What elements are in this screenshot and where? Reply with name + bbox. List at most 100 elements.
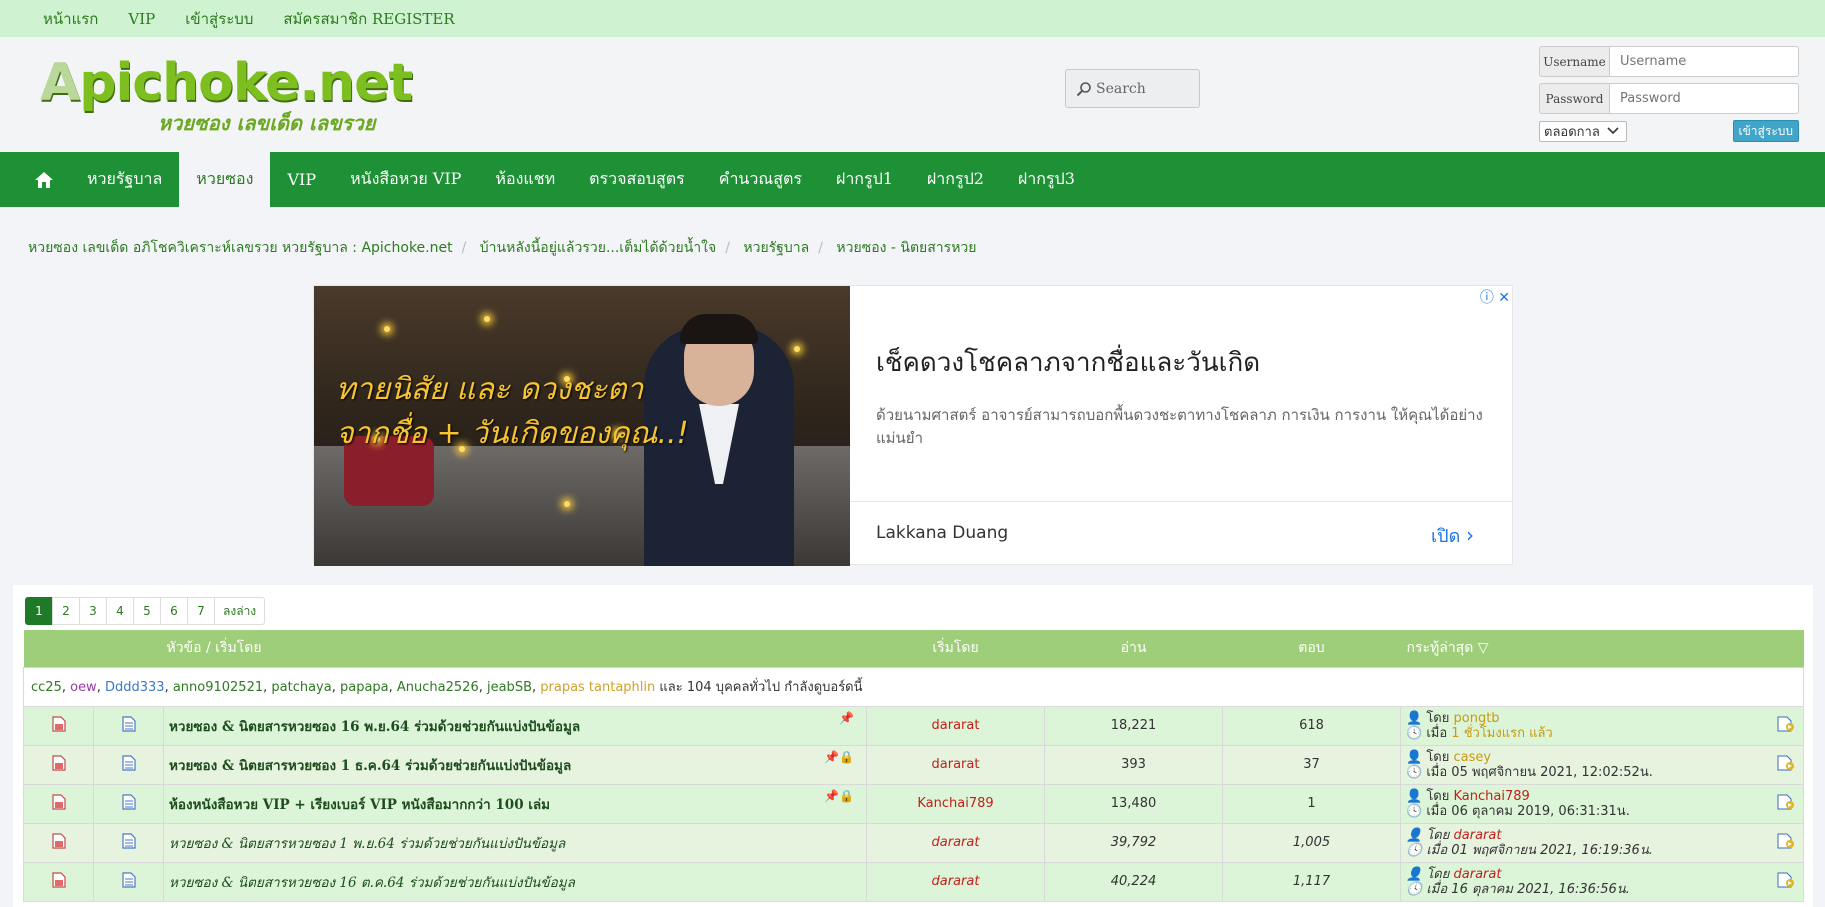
nav-item-check-formula[interactable]: ตรวจสอบสูตร <box>572 152 702 207</box>
ad-brand: Lakkana Duang <box>876 523 1009 543</box>
ad-banner[interactable]: ทายนิสัย และ ดวงชะตา จากชื่อ + วันเกิดขอ… <box>313 285 1513 566</box>
last-post-user[interactable]: dararat <box>1454 828 1502 843</box>
thread-title[interactable]: หวยซอง & นิตยสารหวยซอง 16 ต.ค.64 ร่วมด้ว… <box>169 875 575 891</box>
login-button[interactable]: เข้าสู่ระบบ <box>1732 120 1799 142</box>
topbar-link-vip[interactable]: VIP <box>128 10 155 28</box>
nav-item-vip-books[interactable]: หนังสือหวย VIP <box>333 152 478 207</box>
user-icon: 👤 <box>1406 710 1423 726</box>
nav-item-calc-formula[interactable]: คำนวณสูตร <box>702 152 819 207</box>
login-period-select[interactable]: ตลอดกาล <box>1539 120 1627 142</box>
thread-replies: 1,117 <box>1222 861 1401 902</box>
online-user[interactable]: Dddd333 <box>105 680 165 695</box>
nav-item-upload-3[interactable]: ฝากรูป3 <box>1001 152 1092 207</box>
thread-replies: 618 <box>1222 705 1401 746</box>
last-post-user[interactable]: casey <box>1454 750 1492 765</box>
online-user[interactable]: Anucha2526 <box>397 680 479 695</box>
user-icon: 👤 <box>1406 788 1423 804</box>
online-user[interactable]: prapas tantaphlin <box>540 680 655 695</box>
table-row[interactable]: หวยซอง & นิตยสารหวยซอง 1 พ.ย.64 ร่วมด้วย… <box>23 822 1804 863</box>
topbar-link-home[interactable]: หน้าแรก <box>43 7 98 31</box>
thread-starter[interactable]: dararat <box>866 861 1045 902</box>
last-post-time: 05 พฤศจิกายน 2021, 12:02:52น. <box>1451 764 1653 780</box>
page-link[interactable]: 2 <box>52 597 80 625</box>
thread-views: 39,792 <box>1044 822 1223 863</box>
thread-starter[interactable]: dararat <box>866 822 1045 863</box>
table-row[interactable]: หวยซอง & นิตยสารหวยซอง 16 ต.ค.64 ร่วมด้ว… <box>23 861 1804 902</box>
goto-last-post-icon[interactable] <box>1777 755 1795 771</box>
document-icon <box>121 793 136 810</box>
col-header-topic[interactable]: หัวข้อ / เริ่มโดย <box>163 630 867 668</box>
nav-item-chat[interactable]: ห้องแชท <box>478 152 572 207</box>
table-row[interactable]: ห้องหนังสือหวย VIP + เรียงเบอร์ VIP หนัง… <box>23 783 1804 824</box>
thread-title[interactable]: หวยซอง & นิตยสารหวยซอง 1 พ.ย.64 ร่วมด้วย… <box>169 836 565 852</box>
site-logo[interactable]: Apichoke.net หวยซอง เลขเด็ด เลขรวย <box>40 55 413 135</box>
password-field[interactable] <box>1609 83 1799 114</box>
user-icon: 👤 <box>1406 866 1423 882</box>
online-user[interactable]: anno9102521 <box>173 680 263 695</box>
topbar-link-login[interactable]: เข้าสู่ระบบ <box>185 7 253 31</box>
online-user[interactable]: patchaya <box>271 680 331 695</box>
goto-last-post-icon[interactable] <box>1777 794 1795 810</box>
breadcrumb-section[interactable]: บ้านหลังนี้อยู่แล้วรวย...เต็มได้ด้วยน้ำใ… <box>480 240 716 256</box>
col-header-views[interactable]: อ่าน <box>1044 630 1223 668</box>
thread-starter[interactable]: dararat <box>866 705 1045 746</box>
last-post: 👤 โดย casey 🕓 เมื่อ 05 พฤศจิกายน 2021, 1… <box>1400 744 1804 785</box>
nav-item-lottery-envelope[interactable]: หวยซอง <box>179 152 271 207</box>
goto-last-post-icon[interactable] <box>1777 716 1795 732</box>
thread-views: 393 <box>1044 744 1223 785</box>
online-user[interactable]: cc25 <box>31 680 62 695</box>
document-icon <box>121 754 136 771</box>
table-row[interactable]: หวยซอง & นิตยสารหวยซอง 16 พ.ย.64 ร่วมด้ว… <box>23 705 1804 746</box>
thread-title[interactable]: หวยซอง & นิตยสารหวยซอง 16 พ.ย.64 ร่วมด้ว… <box>169 719 580 735</box>
clock-icon: 🕓 <box>1406 764 1423 780</box>
thread-starter[interactable]: dararat <box>866 744 1045 785</box>
online-user[interactable]: jeabSB <box>487 680 532 695</box>
last-post-time: 01 พฤศจิกายน 2021, 16:19:36น. <box>1451 842 1653 858</box>
thread-starter[interactable]: Kanchai789 <box>866 783 1045 824</box>
last-post-user[interactable]: pongtb <box>1454 711 1500 726</box>
col-header-replies[interactable]: ตอบ <box>1222 630 1401 668</box>
nav-item-upload-2[interactable]: ฝากรูป2 <box>910 152 1001 207</box>
page-link[interactable]: 7 <box>187 597 215 625</box>
topbar-link-register[interactable]: สมัครสมาชิก REGISTER <box>283 7 454 31</box>
nav-item-government-lottery[interactable]: หวยรัฐบาล <box>70 152 179 207</box>
pin-icon: 📌 <box>824 788 840 803</box>
hot-topic-icon <box>51 754 66 771</box>
goto-last-post-icon[interactable] <box>1777 872 1795 888</box>
page-link[interactable]: 3 <box>79 597 107 625</box>
logo-tagline: หวยซอง เลขเด็ด เลขรวย <box>158 111 376 135</box>
last-post: 👤 โดย Kanchai789 🕓 เมื่อ 06 ตุลาคม 2019,… <box>1400 783 1804 824</box>
online-user[interactable]: oew <box>70 680 97 695</box>
document-icon <box>121 832 136 849</box>
lock-icon: 🔒 <box>839 749 854 764</box>
last-post: 👤 โดย dararat 🕓 เมื่อ 16 ตุลาคม 2021, 16… <box>1400 861 1804 902</box>
ad-open-button[interactable]: เปิด › <box>1431 521 1474 550</box>
table-row[interactable]: หวยซอง & นิตยสารหวยซอง 1 ธ.ค.64 ร่วมด้วย… <box>23 744 1804 785</box>
col-header-starter[interactable]: เริ่มโดย <box>866 630 1045 668</box>
col-header-last-post[interactable]: กระทู้ล่าสุด ▽ <box>1400 630 1804 668</box>
page-link[interactable]: 5 <box>133 597 161 625</box>
breadcrumb-category[interactable]: หวยรัฐบาล <box>743 240 809 256</box>
nav-item-vip[interactable]: VIP <box>270 152 333 207</box>
hot-topic-icon <box>51 793 66 810</box>
nav-item-upload-1[interactable]: ฝากรูป1 <box>819 152 910 207</box>
search-input[interactable]: Search <box>1065 69 1200 108</box>
last-post-user[interactable]: dararat <box>1454 867 1502 882</box>
ad-info-icon[interactable]: ⓘ ✕ <box>1480 287 1510 307</box>
page-link[interactable]: 4 <box>106 597 134 625</box>
page-bottom-link[interactable]: ลงล่าง <box>214 597 266 625</box>
breadcrumb-home[interactable]: หวยซอง เลขเด็ด อภิโชควิเคราะห์เลขรวย หวย… <box>28 240 453 256</box>
page-link[interactable]: 6 <box>160 597 188 625</box>
goto-last-post-icon[interactable] <box>1777 833 1795 849</box>
thread-title[interactable]: หวยซอง & นิตยสารหวยซอง 1 ธ.ค.64 ร่วมด้วย… <box>169 758 571 774</box>
pin-icon: 📌 <box>824 749 840 764</box>
breadcrumb-board[interactable]: หวยซอง - นิตยสารหวย <box>836 240 976 256</box>
document-icon <box>121 715 136 732</box>
last-post-user[interactable]: Kanchai789 <box>1454 789 1530 804</box>
thread-title[interactable]: ห้องหนังสือหวย VIP + เรียงเบอร์ VIP หนัง… <box>169 797 550 813</box>
last-post: 👤 โดย pongtb 🕓 เมื่อ 1 ชั่วโมงแรก แล้ว <box>1400 705 1804 746</box>
nav-home[interactable] <box>20 152 70 207</box>
page-link[interactable]: 1 <box>25 597 53 625</box>
username-field[interactable] <box>1609 46 1799 77</box>
online-user[interactable]: papapa <box>340 680 389 695</box>
